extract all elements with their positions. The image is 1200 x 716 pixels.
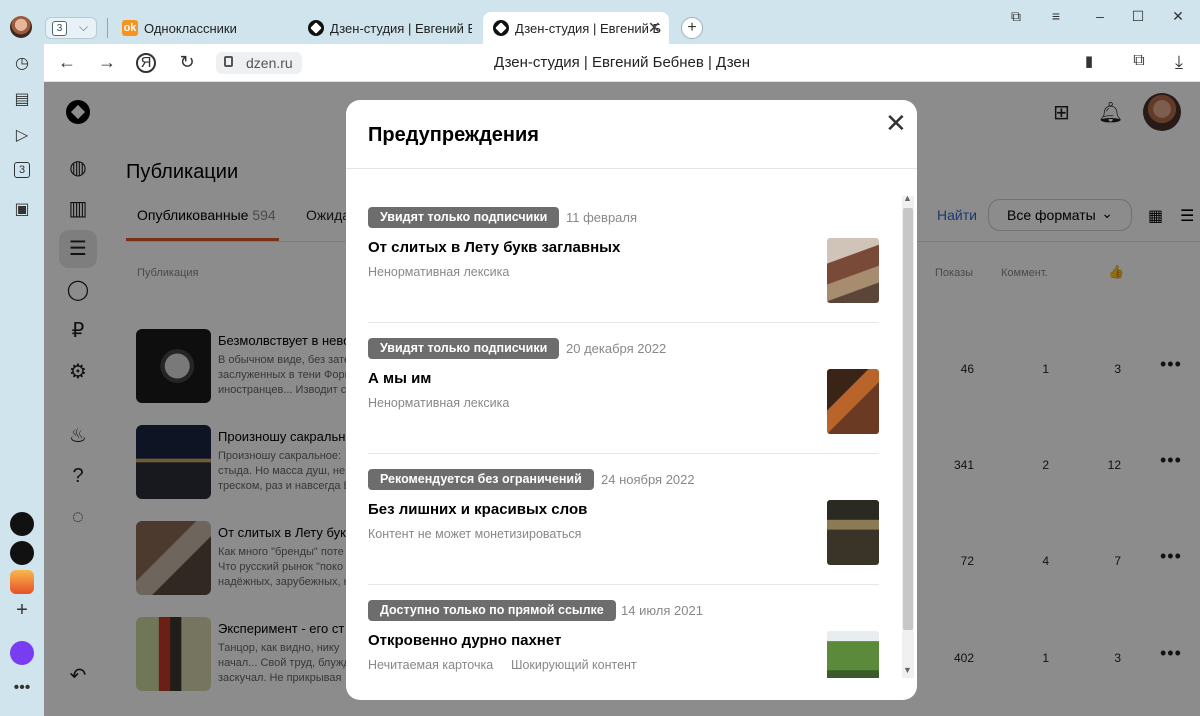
status-badge: Увидят только подписчики: [368, 207, 560, 228]
tab-dzen-studio-active[interactable]: Дзен-студия | Евгений Б ✕: [483, 12, 669, 44]
new-tab-button[interactable]: +: [681, 17, 703, 39]
tab-counter-button[interactable]: 3 ⌵: [45, 17, 97, 39]
warning-title[interactable]: От слитых в Лету букв заглавных: [368, 239, 620, 256]
browser-sidebar: ◷ ▤ ▷ 3 ▣ + •••: [0, 44, 44, 716]
add-app-icon[interactable]: +: [12, 600, 32, 620]
warning-thumbnail: [827, 500, 879, 565]
bookmark-icon[interactable]: ▮: [1078, 52, 1100, 70]
scrollbar-thumb[interactable]: [903, 208, 913, 630]
mail-app-icon[interactable]: [10, 570, 34, 594]
app-icon-2[interactable]: [10, 541, 34, 565]
tab-count: 3: [52, 21, 67, 36]
close-window-icon[interactable]: ✕: [1168, 8, 1188, 25]
warning-title[interactable]: Без лишних и красивых слов: [368, 501, 587, 518]
address-bar: ← → Я ↻ dzen.ru Дзен-студия | Евгений Бе…: [44, 44, 1200, 82]
minimize-icon[interactable]: –: [1090, 8, 1110, 24]
warning-reason: Ненормативная лексика: [368, 396, 510, 410]
warning-date: 11 февраля: [566, 210, 638, 225]
warning-thumbnail: [827, 369, 879, 434]
warning-reason: Ненормативная лексика: [368, 265, 510, 279]
tabs-counter-icon[interactable]: 3: [14, 162, 30, 178]
close-tab-icon[interactable]: ✕: [648, 18, 661, 38]
dzen-icon: [493, 20, 509, 36]
play-icon[interactable]: ▷: [12, 126, 32, 146]
tab-separator: [107, 18, 108, 38]
warning-thumbnail: [827, 631, 879, 678]
warning-title[interactable]: А мы им: [368, 370, 431, 387]
profile-avatar[interactable]: [10, 16, 32, 38]
warning-item[interactable]: Увидят только подписчики 20 декабря 2022…: [368, 323, 879, 454]
menu-icon[interactable]: ≡: [1046, 8, 1066, 24]
close-icon[interactable]: ✕: [885, 108, 907, 139]
address-page-title: Дзен-студия | Евгений Бебнев | Дзен: [493, 54, 751, 71]
warning-item[interactable]: Увидят только подписчики 11 февраля От с…: [368, 192, 879, 323]
warnings-list[interactable]: Увидят только подписчики 11 февраля От с…: [346, 192, 917, 678]
browser-tabbar: 3 ⌵ ok Одноклассники Дзен-студия | Евген…: [0, 0, 1200, 44]
maximize-icon[interactable]: ☐: [1128, 8, 1148, 25]
warning-item[interactable]: Рекомендуется без ограничений 24 ноября …: [368, 454, 879, 585]
status-badge: Доступно только по прямой ссылке: [368, 600, 616, 621]
more-apps-icon[interactable]: •••: [12, 678, 32, 698]
app-icon-1[interactable]: [10, 512, 34, 536]
modal-divider: [346, 168, 917, 169]
scroll-up-icon[interactable]: ▲: [903, 193, 912, 203]
collections-icon[interactable]: ⧉: [1128, 52, 1150, 70]
modal-title: Предупреждения: [368, 124, 539, 146]
warning-reason: Контент не может монетизироваться: [368, 527, 582, 541]
tab-odnoklassniki[interactable]: ok Одноклассники: [112, 12, 302, 44]
tab-title: Одноклассники: [144, 21, 237, 36]
alice-icon[interactable]: [10, 641, 34, 665]
notes-icon[interactable]: ▤: [12, 90, 32, 110]
warning-thumbnail: [827, 238, 879, 303]
history-icon[interactable]: ◷: [12, 54, 32, 74]
warning-reason: Шокирующий контент: [511, 658, 637, 672]
chevron-down-icon: ⌵: [79, 20, 89, 34]
status-badge: Увидят только подписчики: [368, 338, 560, 359]
download-icon[interactable]: ⤓: [1168, 52, 1190, 73]
status-badge: Рекомендуется без ограничений: [368, 469, 594, 490]
tab-title: Дзен-студия | Евгений Бебнев: [330, 21, 472, 36]
warning-date: 24 ноября 2022: [601, 472, 695, 487]
scroll-down-icon[interactable]: ▼: [903, 665, 912, 675]
tab-dzen-studio[interactable]: Дзен-студия | Евгений Бебнев: [298, 12, 478, 44]
warning-date: 14 июля 2021: [621, 603, 703, 618]
warnings-modal: Предупреждения ✕ Увидят только подписчик…: [346, 100, 917, 700]
dzen-icon: [308, 20, 324, 36]
ok-icon: ok: [122, 20, 138, 36]
bookmarks-panel-icon[interactable]: ⧉: [1006, 8, 1026, 25]
tab-title: Дзен-студия | Евгений Б: [515, 21, 662, 36]
warning-title[interactable]: Откровенно дурно пахнет: [368, 632, 561, 649]
warning-date: 20 декабря 2022: [566, 341, 667, 356]
warning-reason: Нечитаемая карточка: [368, 658, 494, 672]
screenshot-icon[interactable]: ▣: [12, 200, 32, 220]
warning-item[interactable]: Доступно только по прямой ссылке 14 июля…: [368, 585, 879, 678]
